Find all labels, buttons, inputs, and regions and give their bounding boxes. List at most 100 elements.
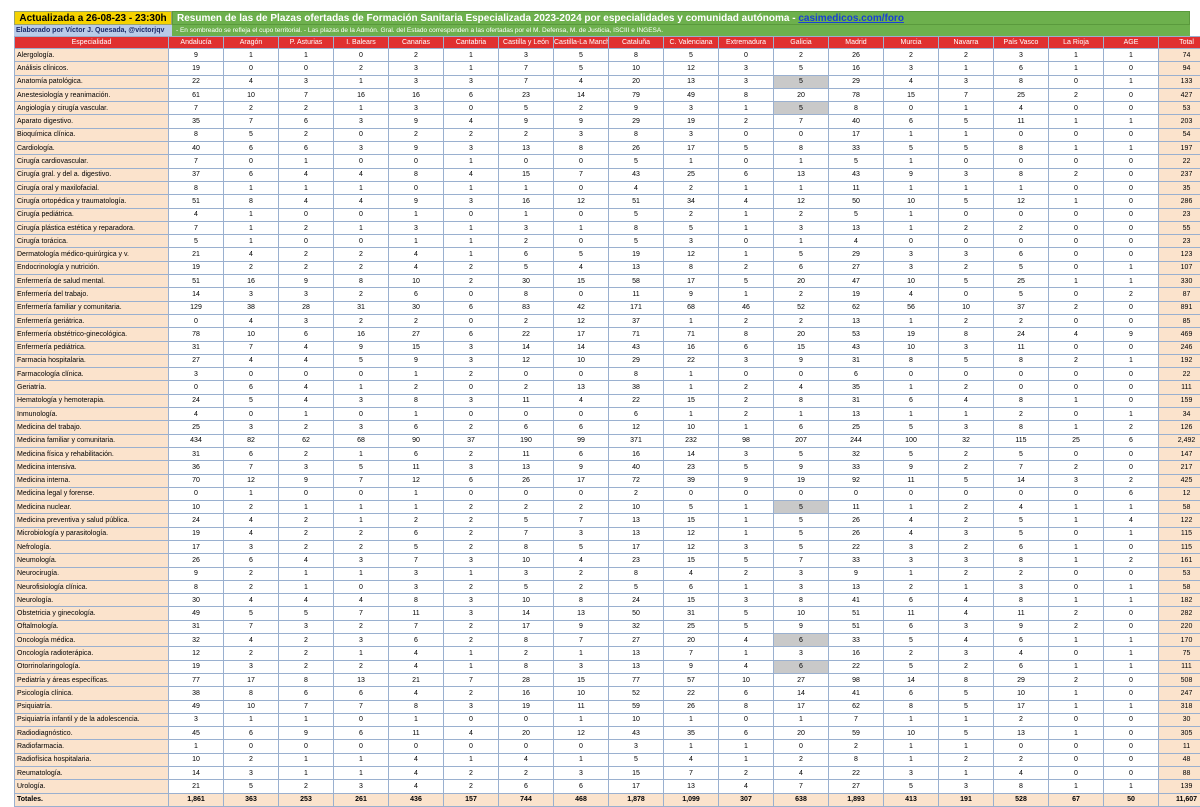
- value-cell: 10: [884, 275, 939, 288]
- value-cell: 3: [334, 115, 389, 128]
- value-cell: 3: [884, 248, 939, 261]
- value-cell: 2: [444, 421, 499, 434]
- value-cell: 7: [224, 115, 279, 128]
- value-cell: 5: [884, 421, 939, 434]
- value-cell: 8: [994, 554, 1049, 567]
- value-cell: 16: [664, 341, 719, 354]
- value-cell: 12: [554, 314, 609, 327]
- value-cell: 39: [664, 474, 719, 487]
- forum-link[interactable]: casimedicos.com/foro: [798, 13, 904, 24]
- value-cell: 8: [609, 368, 664, 381]
- value-cell: 26: [664, 700, 719, 713]
- value-cell: 2: [444, 368, 499, 381]
- value-cell: 6: [994, 62, 1049, 75]
- table-row: Microbiología y parasitología.1942262731…: [15, 527, 1200, 540]
- total-cell: 58: [1159, 501, 1200, 514]
- value-cell: 2: [774, 288, 829, 301]
- value-cell: 1: [1049, 540, 1104, 553]
- value-cell: 1: [664, 155, 719, 168]
- value-cell: 35: [664, 727, 719, 740]
- value-cell: 1: [1049, 421, 1104, 434]
- value-cell: 1: [1104, 115, 1159, 128]
- value-cell: 5: [334, 461, 389, 474]
- specialty-cell: Análisis clínicos.: [15, 62, 169, 75]
- value-cell: 11: [829, 501, 884, 514]
- value-cell: 2: [444, 634, 499, 647]
- value-cell: 5: [774, 540, 829, 553]
- value-cell: 0: [1049, 487, 1104, 500]
- value-cell: 1: [444, 235, 499, 248]
- value-cell: 638: [774, 793, 829, 806]
- value-cell: 5: [939, 687, 994, 700]
- value-cell: 3: [554, 767, 609, 780]
- value-cell: 6: [499, 780, 554, 793]
- value-cell: 3: [389, 567, 444, 580]
- value-cell: 7: [774, 115, 829, 128]
- value-cell: 3: [719, 62, 774, 75]
- value-cell: 2: [444, 514, 499, 527]
- value-cell: 6: [774, 261, 829, 274]
- value-cell: 0: [279, 487, 334, 500]
- value-cell: 7: [334, 700, 389, 713]
- value-cell: 14: [554, 88, 609, 101]
- value-cell: 1: [1049, 554, 1104, 567]
- value-cell: 3: [444, 341, 499, 354]
- value-cell: 2: [499, 235, 554, 248]
- total-cell: 170: [1159, 634, 1200, 647]
- value-cell: 1: [664, 713, 719, 726]
- value-cell: 6: [884, 687, 939, 700]
- table-row: Cirugía pediátrica.41001010521251000023: [15, 208, 1200, 221]
- value-cell: 157: [444, 793, 499, 806]
- specialty-cell: Oncología médica.: [15, 634, 169, 647]
- value-cell: 1: [664, 381, 719, 394]
- value-cell: 11: [829, 181, 884, 194]
- value-cell: 6: [224, 381, 279, 394]
- value-cell: 5: [774, 514, 829, 527]
- value-cell: 31: [829, 394, 884, 407]
- value-cell: 2: [939, 447, 994, 460]
- col-header: Canarias: [389, 37, 444, 49]
- value-cell: 0: [1104, 727, 1159, 740]
- value-cell: 26: [829, 527, 884, 540]
- title-text: Resumen de las de Plazas ofertadas de Fo…: [177, 13, 798, 24]
- value-cell: 2: [1049, 607, 1104, 620]
- value-cell: 2: [444, 501, 499, 514]
- value-cell: 9: [169, 567, 224, 580]
- value-cell: 10: [389, 275, 444, 288]
- value-cell: 0: [1104, 607, 1159, 620]
- value-cell: 434: [169, 434, 224, 447]
- value-cell: 4: [279, 354, 334, 367]
- table-row: Anestesiología y reanimación.61107161662…: [15, 88, 1200, 101]
- total-cell: 203: [1159, 115, 1200, 128]
- value-cell: 1: [719, 181, 774, 194]
- value-cell: 1: [1049, 594, 1104, 607]
- total-cell: 111: [1159, 381, 1200, 394]
- value-cell: 2: [444, 261, 499, 274]
- value-cell: 5: [994, 527, 1049, 540]
- value-cell: 3: [444, 75, 499, 88]
- value-cell: 29: [829, 248, 884, 261]
- total-cell: 12: [1159, 487, 1200, 500]
- value-cell: 10: [719, 673, 774, 686]
- value-cell: 4: [389, 780, 444, 793]
- value-cell: 8: [389, 168, 444, 181]
- value-cell: 4: [994, 501, 1049, 514]
- value-cell: 0: [444, 408, 499, 421]
- value-cell: 2: [279, 128, 334, 141]
- value-cell: 0: [499, 740, 554, 753]
- value-cell: 3: [389, 221, 444, 234]
- value-cell: 2: [499, 767, 554, 780]
- value-cell: 10: [884, 195, 939, 208]
- value-cell: 10: [884, 341, 939, 354]
- value-cell: 22: [829, 767, 884, 780]
- value-cell: 6: [884, 620, 939, 633]
- value-cell: 0: [994, 487, 1049, 500]
- value-cell: 9: [389, 142, 444, 155]
- value-cell: 10: [169, 753, 224, 766]
- total-cell: 133: [1159, 75, 1200, 88]
- value-cell: 129: [169, 301, 224, 314]
- value-cell: 0: [884, 368, 939, 381]
- value-cell: 10: [664, 421, 719, 434]
- value-cell: 53: [829, 328, 884, 341]
- specialty-cell: Cirugía torácica.: [15, 235, 169, 248]
